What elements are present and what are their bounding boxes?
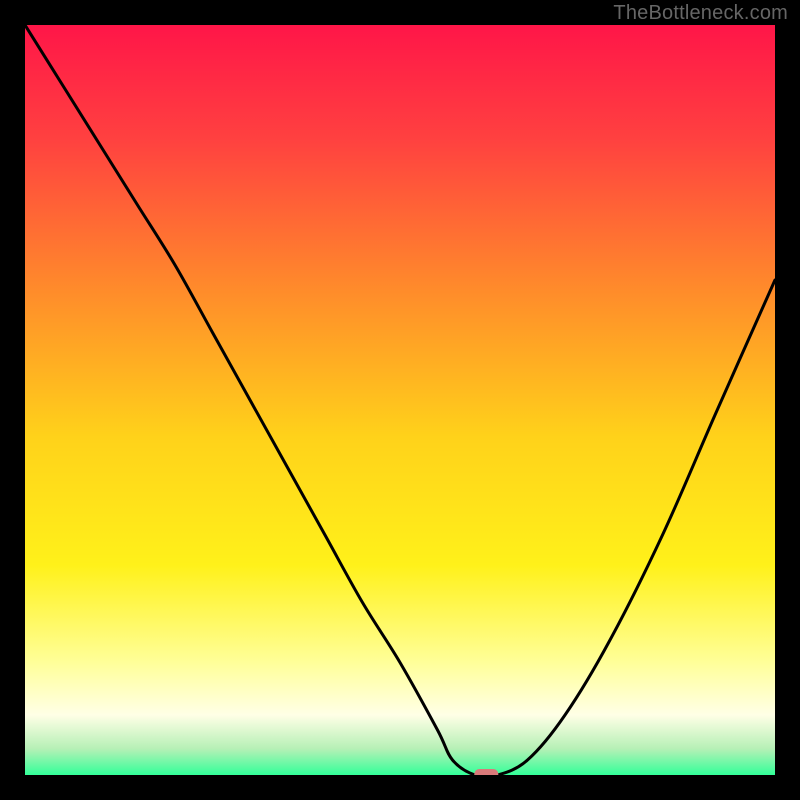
chart-stage: TheBottleneck.com	[0, 0, 800, 800]
watermark-text: TheBottleneck.com	[613, 2, 788, 25]
plot-area	[25, 25, 775, 775]
optimal-marker	[474, 769, 498, 775]
chart-svg	[25, 25, 775, 775]
